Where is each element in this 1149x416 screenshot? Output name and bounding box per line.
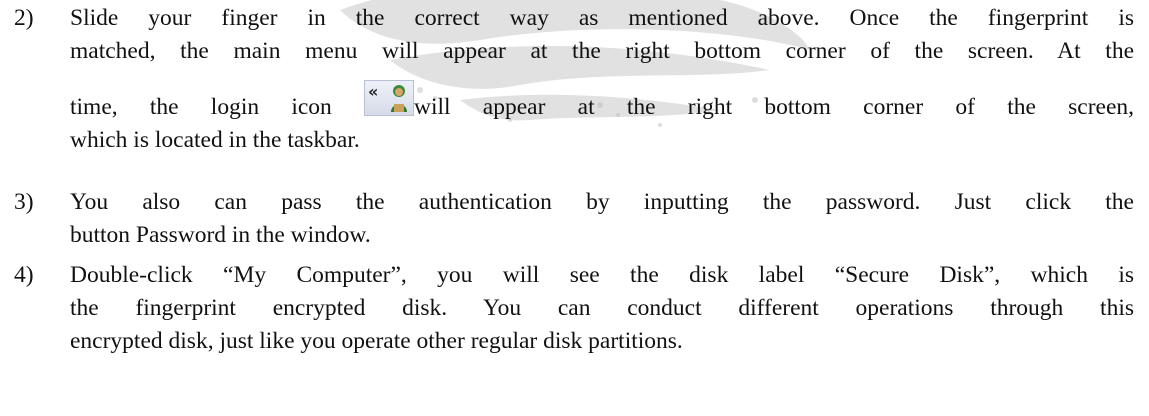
text-line: matched, the main menu will appear at th… [70,38,1134,64]
list-item-2: 2) Slide your finger in the correct way … [14,2,1134,157]
text-line: Double-click “My Computer”, you will see… [70,262,1134,288]
text-line: Slide your finger in the correct way as … [70,5,1134,31]
text-line: encrypted disk, just like you operate ot… [70,328,683,354]
text-line: the fingerprint encrypted disk. You can … [70,295,1134,321]
login-icon: « [364,80,415,116]
document-page: 2) Slide your finger in the correct way … [0,0,1149,416]
list-item-text: You also can pass the authentication by … [70,186,1134,252]
list-item-text: Double-click “My Computer”, you will see… [70,259,1134,358]
list-item-3: 3) You also can pass the authentication … [14,186,1134,252]
list-number: 2) [14,5,34,31]
list-item-4: 4) Double-click “My Computer”, you will … [14,259,1134,358]
text-line: button Password in the window. [70,222,371,248]
text-line: which is located in the taskbar. [70,127,360,153]
text-line-with-icon: time, the login icon « will appear at th… [70,80,1134,124]
list-item-text: Slide your finger in the correct way as … [70,2,1134,157]
list-number: 4) [14,262,34,288]
text-fragment: time, the login icon [70,94,332,120]
text-line: You also can pass the authentication by … [70,189,1134,215]
list-number: 3) [14,189,34,215]
text-fragment: will appear at the right bottom corner o… [414,94,1135,120]
user-figure-icon [391,85,408,112]
double-chevron-left-icon: « [368,82,379,101]
